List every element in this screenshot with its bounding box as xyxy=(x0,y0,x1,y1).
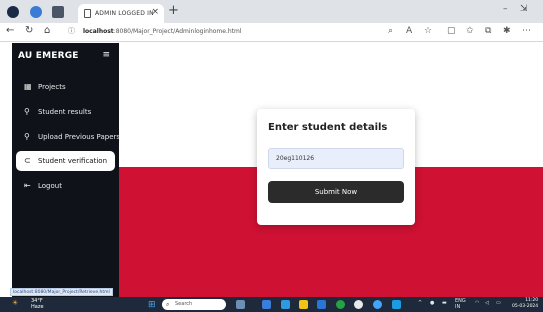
search-icon: ⌕ xyxy=(166,301,170,308)
battery-icon[interactable]: ▭ xyxy=(496,300,501,306)
more-icon[interactable]: ⋯ xyxy=(522,26,531,36)
restore-icon[interactable]: ⇲ xyxy=(520,4,528,14)
weather-desc: Haze xyxy=(31,304,44,310)
wifi-icon[interactable]: ◠ xyxy=(475,300,479,306)
sidebar-item-label: Student verification xyxy=(38,157,108,165)
volume-icon[interactable]: ◁ xyxy=(485,300,489,306)
sidebar-item-upload-previous-papers[interactable]: ⚲ Upload Previous Papers xyxy=(16,127,120,147)
widget-icon[interactable] xyxy=(236,300,245,309)
file-explorer-icon[interactable] xyxy=(299,300,308,309)
sidebar-item-logout[interactable]: ⇤ Logout xyxy=(16,176,115,196)
favorites-icon[interactable]: ✩ xyxy=(466,26,474,36)
tray-app-icon[interactable]: ▬ xyxy=(442,300,447,306)
card-title: Enter student details xyxy=(268,122,388,133)
person-icon: ⚲ xyxy=(24,107,30,116)
url-field[interactable]: ⓘ localhost:8080/Major_Project/Adminlogin… xyxy=(68,26,398,39)
split-screen-icon[interactable]: ▢ xyxy=(447,26,456,36)
taskbar: ☀ 34°F Haze ⊞ ⌕ Search ^ ● ▬ ENG IN ◠ ◁ … xyxy=(0,297,543,312)
student-details-card: Enter student details Submit Now xyxy=(257,109,415,225)
sidebar-item-projects[interactable]: ▦ Projects xyxy=(16,77,115,97)
store-icon[interactable] xyxy=(317,300,326,309)
url-path: :8080/Major_Project/Adminloginhome.html xyxy=(113,28,242,35)
sidebar-item-student-verification[interactable]: ⊂ Student verification xyxy=(16,151,115,171)
close-tab-icon[interactable]: × xyxy=(151,7,159,17)
refresh-icon[interactable]: ↻ xyxy=(25,25,33,36)
favorite-icon[interactable]: ☆ xyxy=(424,26,432,36)
collections-icon[interactable]: ⧉ xyxy=(485,26,491,36)
spotify-icon[interactable] xyxy=(336,300,345,309)
grid-icon: ▦ xyxy=(24,82,32,91)
app-icon[interactable] xyxy=(354,300,363,309)
sidebar: AU EMERGE ≡ ▦ Projects ⚲ Student results… xyxy=(12,43,120,297)
zoom-icon[interactable]: ⌕ xyxy=(388,26,393,36)
vscode-icon[interactable] xyxy=(392,300,401,309)
brand-title: AU EMERGE xyxy=(18,51,79,61)
clock[interactable]: 11:20 05-03-2024 xyxy=(512,298,538,310)
sidebar-item-label: Upload Previous Papers xyxy=(38,133,121,141)
person-icon: ⚲ xyxy=(24,132,30,141)
logout-icon: ⇤ xyxy=(24,181,31,190)
link-icon: ⊂ xyxy=(24,156,31,165)
student-id-input[interactable] xyxy=(268,148,404,169)
language-indicator[interactable]: ENG IN xyxy=(455,298,466,310)
clock-date: 05-03-2024 xyxy=(512,304,539,309)
windows-start-icon[interactable]: ⊞ xyxy=(148,300,156,310)
chrome-icon[interactable] xyxy=(373,300,382,309)
link-status-tooltip: localhost:8080/Major_Project/Retrieve.ht… xyxy=(10,288,113,296)
back-icon[interactable]: ← xyxy=(6,25,14,36)
browser-tab-bar: ADMIN LOGGED IN × + – ⇲ xyxy=(0,0,543,23)
submit-button[interactable]: Submit Now xyxy=(268,181,404,203)
tab-title: ADMIN LOGGED IN xyxy=(95,10,154,17)
read-aloud-icon[interactable]: A xyxy=(406,26,412,36)
taskbar-search[interactable]: ⌕ Search xyxy=(162,299,226,310)
weather-icon: ☀ xyxy=(12,299,19,307)
home-icon[interactable]: ⌂ xyxy=(44,25,50,36)
tray-app-icon[interactable]: ● xyxy=(430,300,434,306)
workspaces-icon[interactable] xyxy=(30,6,42,18)
browser-tab[interactable]: ADMIN LOGGED IN × xyxy=(78,4,164,23)
edge-icon[interactable] xyxy=(281,300,290,309)
task-view-icon[interactable] xyxy=(262,300,271,309)
main-content: Enter student details Submit Now xyxy=(119,43,543,297)
sidebar-item-label: Logout xyxy=(38,182,62,190)
address-bar: ← ↻ ⌂ ⓘ localhost:8080/Major_Project/Admi… xyxy=(0,23,543,42)
page: AU EMERGE ≡ ▦ Projects ⚲ Student results… xyxy=(0,43,543,297)
url-host: localhost xyxy=(83,28,114,35)
sidebar-item-student-results[interactable]: ⚲ Student results xyxy=(16,102,115,122)
info-icon[interactable]: ⓘ xyxy=(68,27,75,35)
page-icon xyxy=(84,9,91,18)
search-placeholder: Search xyxy=(175,301,193,307)
sidebar-item-label: Student results xyxy=(38,108,92,116)
extensions-icon[interactable]: ✱ xyxy=(503,26,511,36)
language-bottom: IN xyxy=(455,304,461,310)
menu-toggle-icon[interactable]: ≡ xyxy=(102,50,110,60)
tray-overflow-icon[interactable]: ^ xyxy=(418,300,422,306)
sidebar-item-label: Projects xyxy=(38,83,66,91)
profile-icon[interactable] xyxy=(7,6,19,18)
minimize-icon[interactable]: – xyxy=(503,4,508,14)
tab-actions-icon[interactable] xyxy=(52,6,64,18)
new-tab-icon[interactable]: + xyxy=(168,3,179,18)
